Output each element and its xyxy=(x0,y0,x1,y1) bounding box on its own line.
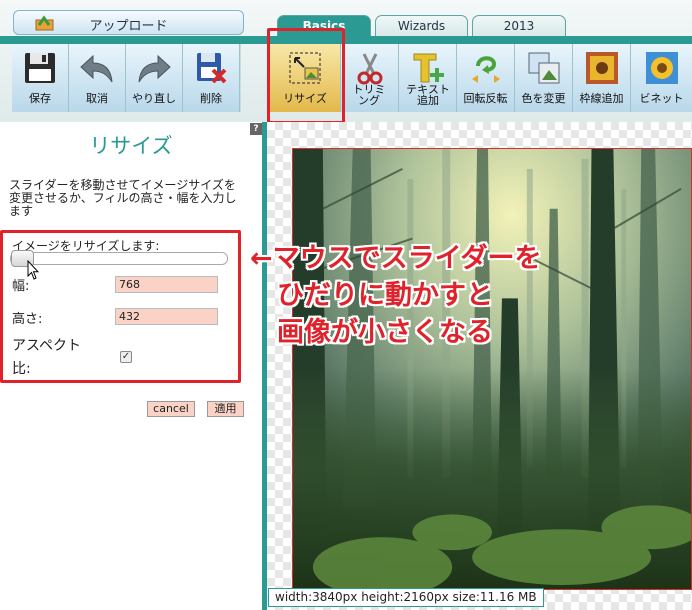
trim-label: トリミング xyxy=(352,83,386,107)
add-border-label: 枠線追加 xyxy=(579,92,624,105)
undo-arrow-icon xyxy=(80,54,113,83)
delete-button[interactable]: 削除 xyxy=(183,44,240,112)
tab-strip-bar xyxy=(0,36,692,44)
change-color-button[interactable]: 色を変更 xyxy=(515,44,573,112)
floppy-disk-icon xyxy=(25,53,55,83)
rotate-flip-button[interactable]: 回転反転 xyxy=(457,44,515,112)
undo-button[interactable]: 取消 xyxy=(69,44,126,112)
vignette-icon xyxy=(645,52,678,84)
tab-wizards[interactable]: Wizards xyxy=(375,15,468,37)
scissors-icon xyxy=(357,53,382,85)
annotation-line-3: 画像が小さくなる xyxy=(277,317,493,348)
edit-toolbar: 保存 取消 やり直し 削除 xyxy=(12,44,241,112)
rotate-flip-icon xyxy=(471,56,500,83)
vignette-button[interactable]: ビネット xyxy=(631,44,692,112)
trim-button[interactable]: トリミング xyxy=(341,44,399,112)
resize-panel: ? リサイズ スライダーを移動させてイメージサイズを変更させるか、フィルの高さ・… xyxy=(0,122,262,610)
add-border-icon xyxy=(585,52,618,84)
image-info-bar: width:3840px height:2160px size:11.16 MB xyxy=(268,588,544,607)
annotation-line-1: ←マウスでスライダーを xyxy=(250,243,542,274)
add-border-button[interactable]: 枠線追加 xyxy=(573,44,631,112)
upload-button[interactable]: アップロード xyxy=(13,10,244,35)
add-text-icon xyxy=(413,53,444,83)
panel-description: スライダーを移動させてイメージサイズを変更させるか、フィルの高さ・幅を入力します xyxy=(9,178,237,218)
top-toolbar-area: アップロード Basics Wizards 2013 保存 取消 やり直し 削除… xyxy=(0,0,692,124)
forest-photo[interactable] xyxy=(292,148,692,590)
change-color-icon xyxy=(528,52,559,84)
add-text-label: テキスト追加 xyxy=(406,83,450,107)
annotation-line-2: ひだりに動かすと xyxy=(277,280,493,311)
upload-button-label: アップロード xyxy=(89,19,168,34)
image-canvas xyxy=(267,122,692,610)
panel-title: リサイズ xyxy=(89,134,173,158)
undo-label: 取消 xyxy=(86,92,108,105)
resize-form-highlight-box xyxy=(0,230,241,383)
vignette-label: ビネット xyxy=(639,92,684,105)
redo-button[interactable]: やり直し xyxy=(126,44,183,112)
save-label: 保存 xyxy=(29,92,51,105)
save-button[interactable]: 保存 xyxy=(12,44,69,112)
delete-label: 削除 xyxy=(200,92,222,105)
delete-image-icon xyxy=(197,53,227,84)
resize-highlight-box xyxy=(267,28,345,124)
redo-arrow-icon xyxy=(138,54,171,83)
rotate-flip-label: 回転反転 xyxy=(463,92,508,105)
add-text-button[interactable]: テキスト追加 xyxy=(399,44,457,112)
cancel-button[interactable]: cancel xyxy=(147,401,195,417)
tab-2013[interactable]: 2013 xyxy=(472,15,566,37)
annotation-callout: ←マウスでスライダーを ひだりに動かすと 画像が小さくなる xyxy=(250,240,690,351)
apply-button[interactable]: 適用 xyxy=(207,401,244,417)
redo-label: やり直し xyxy=(132,92,176,105)
change-color-label: 色を変更 xyxy=(521,92,566,105)
